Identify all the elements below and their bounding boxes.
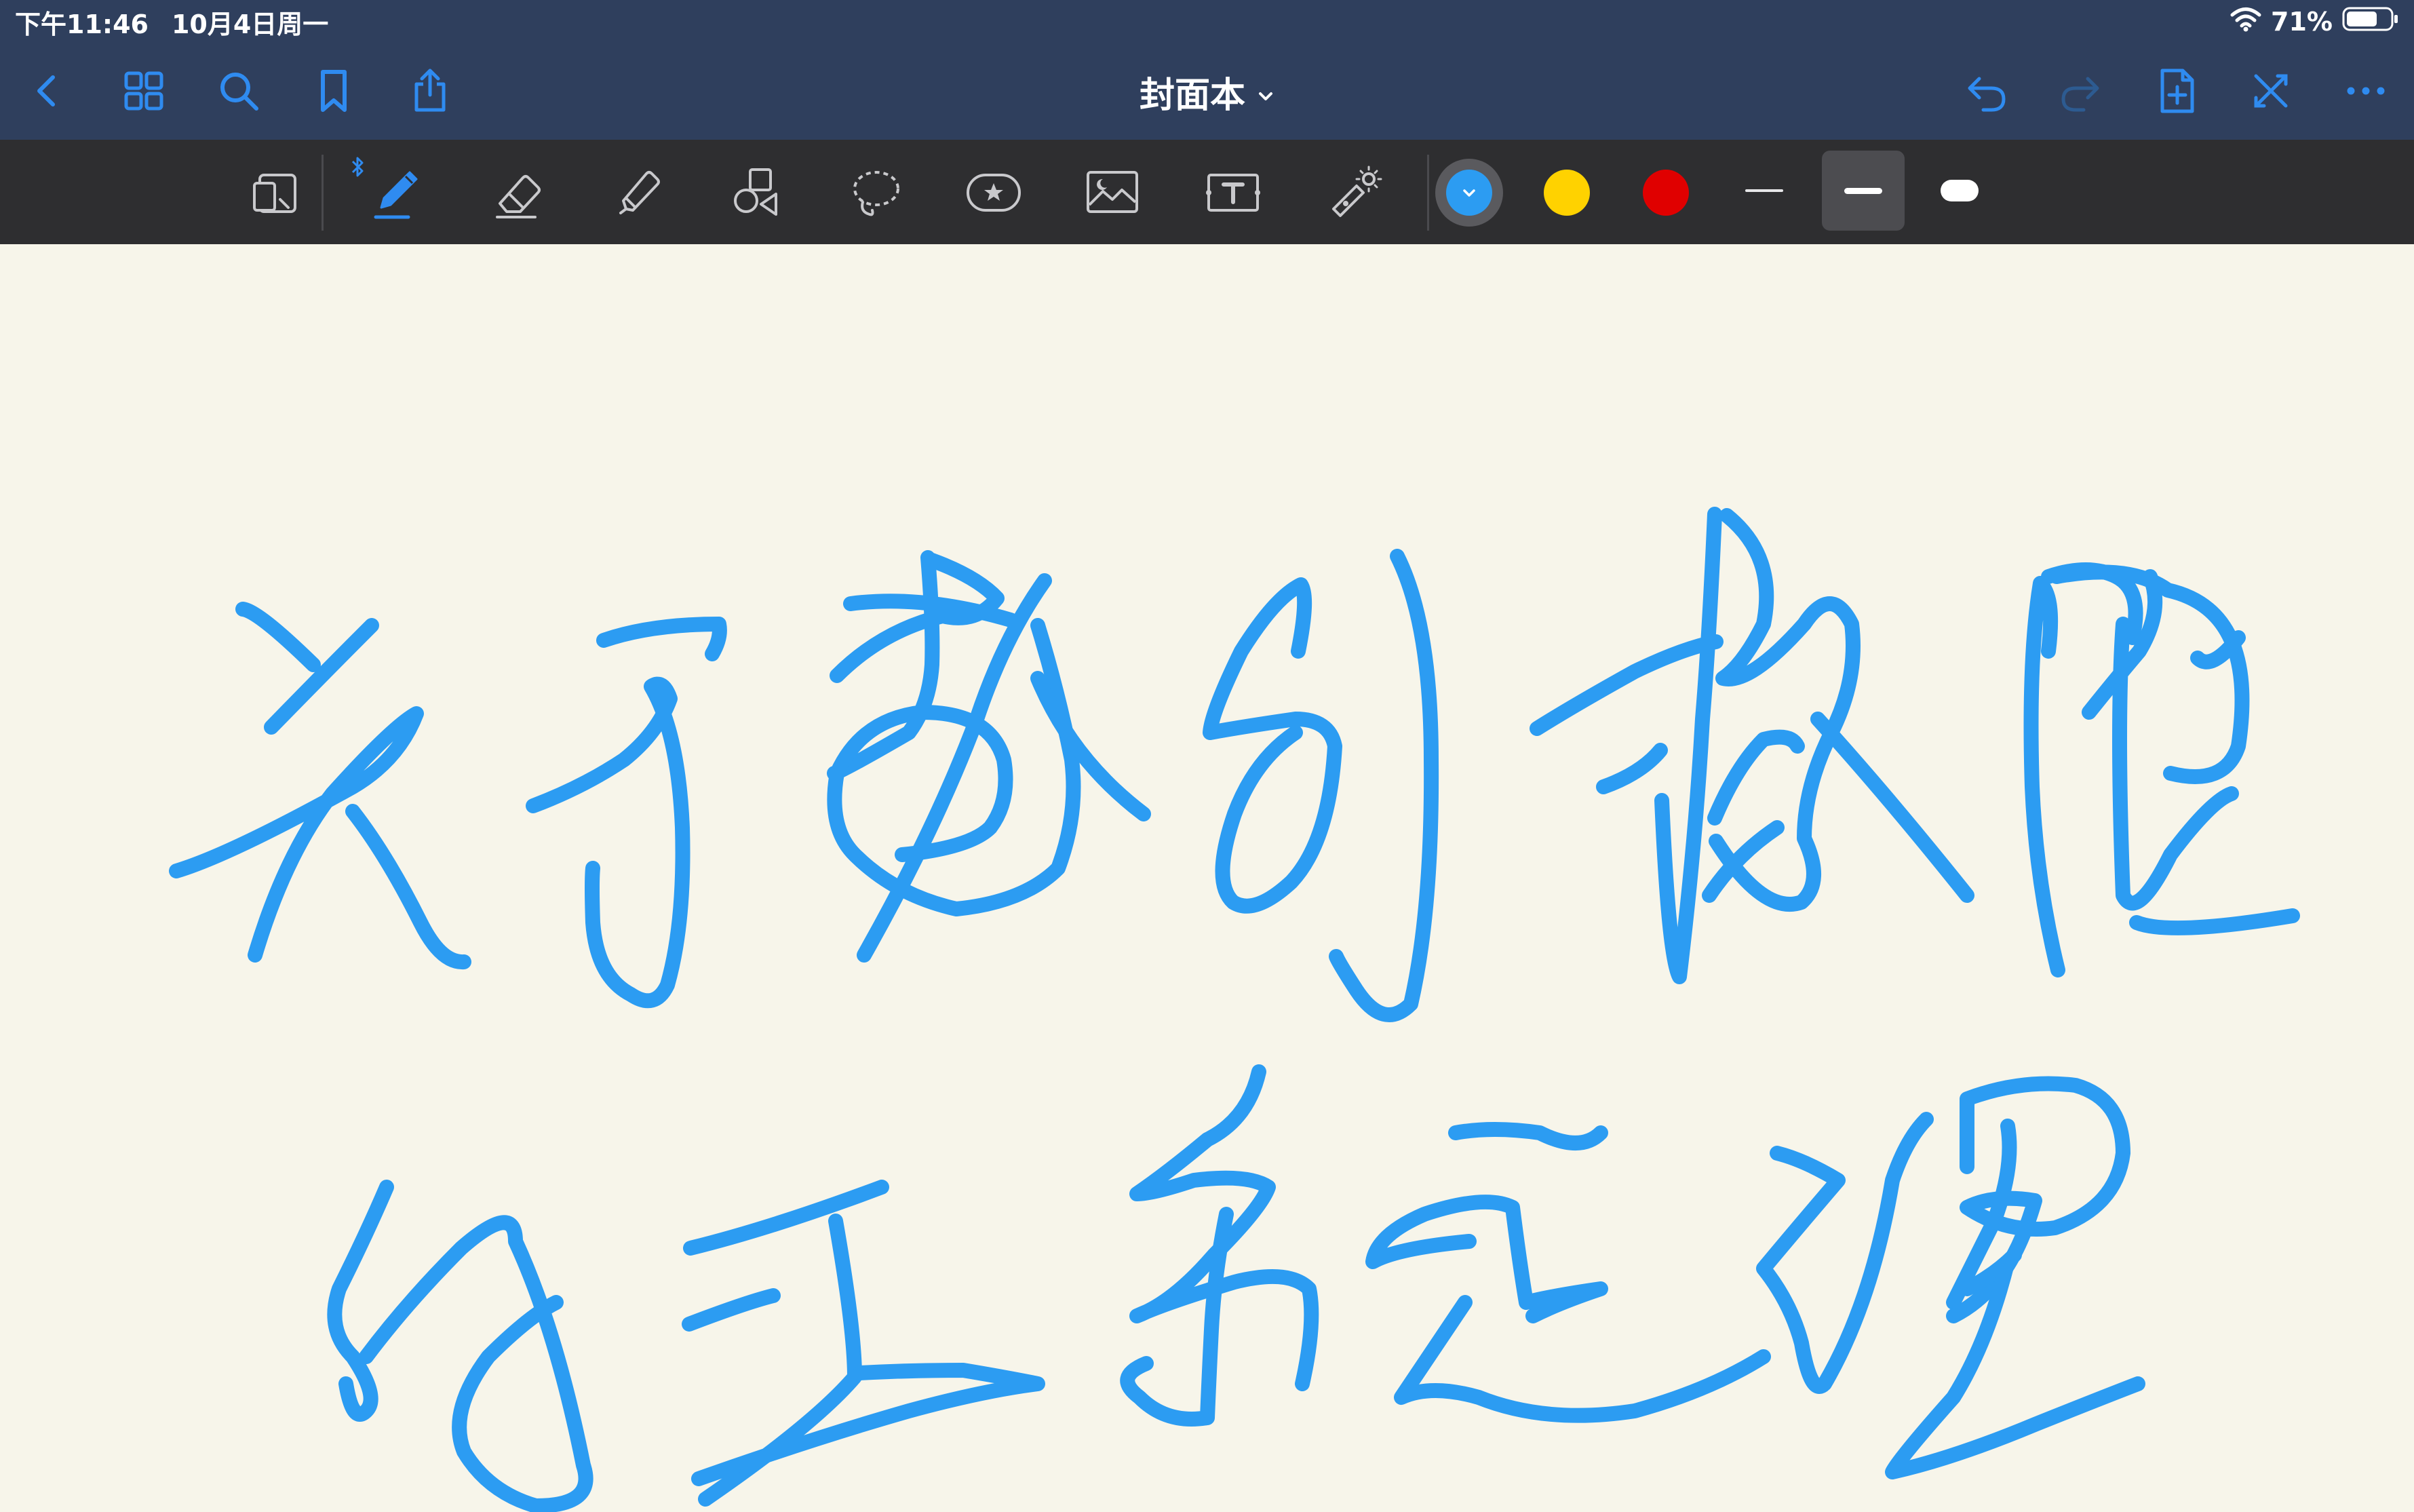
document-title: 封面本: [1140, 75, 1246, 116]
search-icon[interactable]: [210, 62, 267, 119]
add-page-icon[interactable]: [2149, 62, 2206, 119]
color-swatch-blue[interactable]: [1446, 170, 1492, 216]
sticker-icon[interactable]: [953, 153, 1034, 232]
color-swatch-yellow[interactable]: [1544, 170, 1590, 216]
laser-pointer-icon[interactable]: [1313, 153, 1395, 232]
shapes-icon[interactable]: [715, 153, 796, 232]
tool-divider: [1427, 155, 1429, 231]
read-mode-icon[interactable]: [234, 153, 315, 232]
note-canvas[interactable]: [0, 244, 2414, 1512]
chevron-down-icon: [1463, 189, 1475, 197]
undo-icon[interactable]: [1958, 62, 2014, 119]
thickness-medium-button[interactable]: [1822, 151, 1905, 231]
thickness-thin-line: [1745, 189, 1783, 192]
lasso-icon[interactable]: [834, 153, 916, 232]
status-time: 下午11:46: [15, 9, 149, 39]
grid-icon[interactable]: [115, 62, 172, 119]
handwritten-line-2: [327, 1064, 2145, 1512]
redo-icon[interactable]: [2052, 62, 2109, 119]
wifi-icon: [2230, 6, 2261, 38]
thickness-medium-line: [1844, 187, 1882, 194]
text-icon[interactable]: [1192, 153, 1274, 232]
highlighter-icon[interactable]: [598, 153, 679, 232]
back-chevron-icon[interactable]: [19, 62, 76, 119]
pen-icon[interactable]: [355, 153, 437, 232]
image-icon[interactable]: [1072, 153, 1153, 232]
battery-icon: [2342, 5, 2399, 39]
chevron-down-icon: [1256, 71, 1275, 112]
thickness-thick-line: [1941, 180, 1979, 201]
more-icon[interactable]: [2337, 62, 2394, 119]
tool-divider: [322, 155, 324, 231]
share-icon[interactable]: [402, 62, 459, 119]
battery-percent: 71%: [2271, 7, 2333, 37]
status-date: 10月4日周一: [171, 9, 329, 39]
thickness-thick-button[interactable]: [1918, 151, 2001, 231]
handwriting-ink: [169, 507, 2300, 1512]
status-bar-left: 下午11:46 10月4日周一: [15, 7, 328, 39]
eraser-icon[interactable]: [477, 153, 558, 232]
close-x-icon[interactable]: [2242, 62, 2299, 119]
bookmark-icon[interactable]: [305, 62, 362, 119]
document-title-button[interactable]: 封面本: [1140, 68, 1275, 116]
color-swatch-red[interactable]: [1643, 170, 1689, 216]
thickness-thin-button[interactable]: [1723, 151, 1806, 231]
status-bar-right: 71%: [2230, 5, 2399, 38]
handwritten-line-1: [169, 507, 2300, 1022]
top-bar: 下午11:46 10月4日周一 71% 封面本: [0, 0, 2414, 140]
